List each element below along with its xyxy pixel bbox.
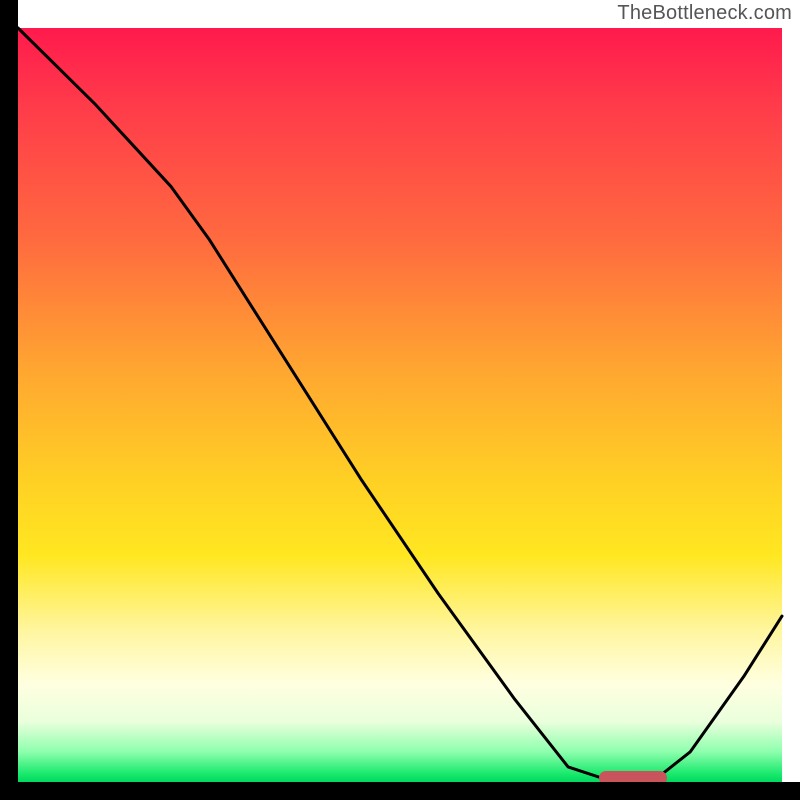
y-axis-line [0,0,18,800]
watermark-text: TheBottleneck.com [617,2,792,25]
chart-frame: TheBottleneck.com [0,0,800,800]
bottleneck-curve [18,28,782,782]
x-axis-line [0,782,800,800]
